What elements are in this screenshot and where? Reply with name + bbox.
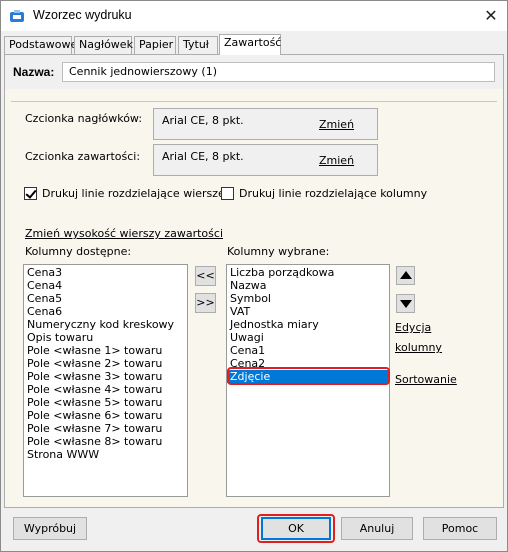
header-font-label: Czcionka nagłówków: (25, 112, 143, 125)
row-lines-checkbox[interactable]: Drukuj linie rozdzielające wiersze (24, 186, 225, 202)
move-left-button[interactable]: << (195, 266, 216, 286)
edit-column-link-line2[interactable]: kolumny (395, 341, 442, 354)
content-font-value: Arial CE, 8 pkt. (162, 150, 244, 163)
close-icon[interactable]: ✕ (477, 5, 505, 27)
list-item[interactable]: Uwagi (227, 331, 389, 344)
try-button[interactable]: Wypróbuj (13, 517, 87, 540)
list-item[interactable]: Pole <własne 1> towaru (24, 344, 187, 357)
list-item[interactable]: Nazwa (227, 279, 389, 292)
edit-column-link-line1[interactable]: Edycja (395, 321, 431, 334)
available-columns-list[interactable]: Cena3 Cena4 Cena5 Cena6 Numeryczny kod k… (23, 264, 188, 497)
checkbox-unchecked-icon[interactable] (221, 187, 234, 200)
tab-zawartosc[interactable]: Zawartość (219, 34, 281, 55)
list-item[interactable]: Pole <własne 7> towaru (24, 422, 187, 435)
move-right-button[interactable]: >> (195, 293, 216, 313)
tab-naglowek[interactable]: Nagłówek (74, 36, 133, 54)
move-down-button[interactable] (396, 294, 415, 313)
list-item[interactable]: Strona WWW (24, 448, 187, 461)
content-font-label: Czcionka zawartości: (25, 150, 141, 163)
cancel-button[interactable]: Anuluj (341, 517, 413, 540)
header-font-value: Arial CE, 8 pkt. (162, 114, 244, 127)
list-item[interactable]: Cena3 (24, 266, 187, 279)
content-font-change-link[interactable]: Zmień (319, 154, 354, 167)
tab-papier[interactable]: Papier (134, 36, 176, 54)
list-item[interactable]: Pole <własne 3> towaru (24, 370, 187, 383)
checkbox-checked-icon[interactable] (24, 187, 37, 200)
header-font-box: Arial CE, 8 pkt. Zmień (153, 108, 378, 140)
tab-panel: Nazwa: Cennik jednowierszowy (1) Czcionk… (4, 54, 504, 508)
name-input[interactable]: Cennik jednowierszowy (1) (62, 62, 495, 82)
list-item[interactable]: Opis towaru (24, 331, 187, 344)
list-item[interactable]: Liczba porządkowa (227, 266, 389, 279)
sort-link[interactable]: Sortowanie (395, 373, 457, 386)
content-font-box: Arial CE, 8 pkt. Zmień (153, 144, 378, 176)
help-button[interactable]: Pomoc (423, 517, 497, 540)
list-item[interactable]: Pole <własne 6> towaru (24, 409, 187, 422)
list-item[interactable]: Symbol (227, 292, 389, 305)
printer-template-icon (10, 10, 24, 22)
highlight-selected-item (227, 367, 390, 385)
dialog-window: Wzorzec wydruku ✕ Podstawowe Nagłówek Pa… (0, 0, 508, 552)
column-lines-label: Drukuj linie rozdzielające kolumny (239, 187, 428, 200)
list-item[interactable]: VAT (227, 305, 389, 318)
tab-podstawowe[interactable]: Podstawowe (4, 36, 77, 54)
list-item[interactable]: Cena6 (24, 305, 187, 318)
divider (11, 101, 497, 102)
name-row: Nazwa: Cennik jednowierszowy (1) (5, 55, 503, 89)
available-columns-label: Kolumny dostępne: (25, 245, 132, 258)
selected-columns-label: Kolumny wybrane: (227, 245, 330, 258)
list-item[interactable]: Cena1 (227, 344, 389, 357)
arrow-down-icon (400, 300, 412, 308)
arrow-up-icon (400, 271, 412, 279)
highlight-ok-button (257, 514, 335, 543)
row-height-link[interactable]: Zmień wysokość wierszy zawartości (25, 227, 223, 240)
list-item[interactable]: Numeryczny kod kreskowy (24, 318, 187, 331)
list-item[interactable]: Pole <własne 8> towaru (24, 435, 187, 448)
list-item[interactable]: Pole <własne 2> towaru (24, 357, 187, 370)
list-item[interactable]: Cena5 (24, 292, 187, 305)
move-up-button[interactable] (396, 266, 415, 285)
list-item[interactable]: Pole <własne 4> towaru (24, 383, 187, 396)
row-lines-label: Drukuj linie rozdzielające wiersze (42, 187, 225, 200)
tab-tytul[interactable]: Tytuł (178, 36, 218, 54)
name-label: Nazwa: (13, 65, 55, 79)
list-item[interactable]: Pole <własne 5> towaru (24, 396, 187, 409)
list-item[interactable]: Jednostka miary (227, 318, 389, 331)
window-title: Wzorzec wydruku (33, 8, 132, 22)
list-item[interactable]: Cena4 (24, 279, 187, 292)
column-lines-checkbox[interactable]: Drukuj linie rozdzielające kolumny (221, 186, 427, 202)
title-bar[interactable]: Wzorzec wydruku ✕ (1, 1, 507, 31)
header-font-change-link[interactable]: Zmień (319, 118, 354, 131)
